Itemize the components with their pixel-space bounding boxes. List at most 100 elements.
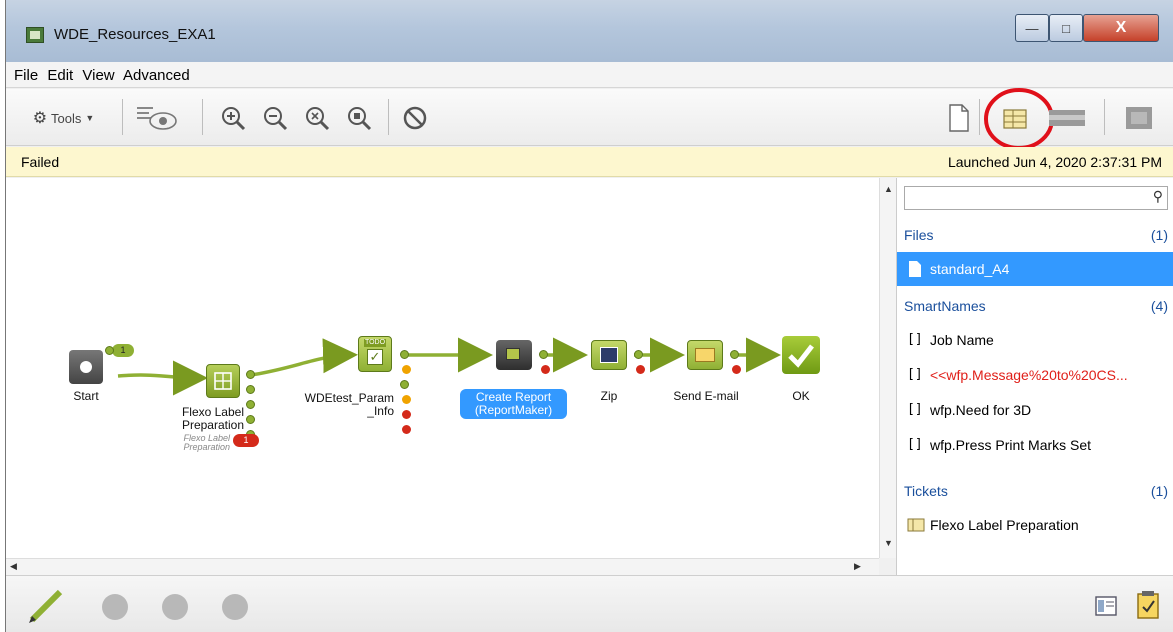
dropdown-arrow-icon: ▼	[85, 113, 95, 123]
brackets-icon: []	[907, 402, 923, 417]
link-badge: 1	[112, 344, 134, 357]
checklist-icon[interactable]	[1136, 590, 1160, 620]
play-button[interactable]	[162, 594, 188, 620]
param-out-warn-2	[402, 395, 411, 404]
barcode-view-button[interactable]	[1120, 103, 1158, 133]
flexo-error-badge: 1	[233, 434, 259, 447]
report-out-err	[541, 365, 550, 374]
envelope-icon	[695, 348, 715, 362]
zoom-in-icon	[222, 107, 246, 131]
search-icon[interactable]: ⚲	[1153, 188, 1163, 205]
abort-button[interactable]	[398, 103, 432, 133]
checkbox-icon: ✓	[367, 349, 383, 365]
bottom-toolbar	[6, 575, 1173, 632]
start-node[interactable]	[69, 350, 103, 384]
workflow-canvas[interactable]: 1 Start Flexo Label Preparation Flexo Lab…	[6, 178, 879, 558]
files-view-button[interactable]	[944, 103, 974, 133]
smartname-item[interactable]: [] wfp.Need for 3D	[897, 393, 1173, 427]
ticket-icon	[907, 518, 925, 532]
stop-button[interactable]	[222, 594, 248, 620]
ticket-item[interactable]: Flexo Label Preparation	[897, 508, 1173, 542]
zoom-fit-button[interactable]	[300, 103, 334, 133]
flexo-out-2	[246, 385, 255, 394]
param-label: WDEtest_Param _Info	[304, 391, 394, 418]
zoom-actual-button[interactable]	[342, 103, 376, 133]
brackets-icon: []	[907, 367, 923, 382]
abort-icon	[403, 106, 427, 130]
param-node[interactable]: TODO ✓	[358, 336, 392, 372]
grid-icon	[214, 372, 232, 390]
pause-button[interactable]	[102, 594, 128, 620]
flexo-sublabel: Flexo Label Preparation	[183, 433, 230, 452]
zip-node[interactable]	[591, 340, 627, 370]
flexo-node[interactable]	[206, 364, 240, 398]
title-bar[interactable]: WDE_Resources_EXA1 — □ X	[6, 0, 1173, 62]
zip-box-icon	[600, 347, 618, 363]
zoom-out-icon	[264, 107, 288, 131]
search-input[interactable]	[909, 188, 1139, 208]
preview-eye-icon	[137, 107, 177, 130]
email-node[interactable]	[687, 340, 723, 370]
report-node[interactable]	[496, 340, 532, 370]
maximize-button[interactable]: □	[1049, 14, 1083, 42]
menu-file[interactable]: File	[14, 67, 38, 84]
launched-timestamp: Launched Jun 4, 2020 2:37:31 PM	[947, 154, 1162, 170]
minimize-button[interactable]: —	[1015, 14, 1049, 42]
menu-edit[interactable]: Edit	[47, 67, 73, 84]
files-section-header[interactable]: Files (1)	[897, 218, 1173, 252]
flexo-label: Flexo Label Preparation	[181, 405, 244, 432]
details-panel-icon[interactable]	[1094, 594, 1118, 618]
horizontal-scrollbar[interactable]: ◀ ▶	[6, 558, 879, 575]
param-out-2	[400, 380, 409, 389]
email-out-ok	[730, 350, 739, 359]
app-window: WDE_Resources_EXA1 — □ X File Edit View …	[5, 0, 1173, 632]
barcode-icon	[1126, 107, 1152, 129]
todo-icon: TODO	[364, 339, 386, 347]
sequence-view-button[interactable]	[1044, 103, 1090, 133]
document-icon	[949, 104, 969, 132]
search-field[interactable]: ⚲	[904, 186, 1168, 210]
status-bar: Failed Launched Jun 4, 2020 2:37:31 PM	[6, 147, 1173, 177]
start-label: Start	[73, 389, 99, 403]
zoom-in-button[interactable]	[216, 103, 250, 133]
smartname-item[interactable]: [] Job Name	[897, 323, 1173, 357]
app-icon	[26, 27, 44, 43]
scroll-right-icon: ▶	[854, 561, 861, 571]
ok-node[interactable]	[782, 336, 820, 374]
zoom-actual-icon	[348, 107, 372, 131]
email-label: Send E-mail	[673, 389, 739, 403]
brackets-icon: []	[907, 437, 923, 452]
flexo-out-3	[246, 400, 255, 409]
tools-menu-button[interactable]: ⚙ Tools ▼	[16, 103, 111, 133]
menu-view[interactable]: View	[82, 67, 114, 84]
smartname-item[interactable]: [] <<wfp.Message%20to%20CS...	[897, 358, 1173, 392]
email-out-err	[732, 365, 741, 374]
zip-out-ok	[634, 350, 643, 359]
zip-out-err	[636, 365, 645, 374]
zoom-out-button[interactable]	[258, 103, 292, 133]
edit-pencil-icon[interactable]	[26, 586, 66, 624]
start-output-dot	[105, 346, 114, 355]
scroll-left-icon: ◀	[10, 561, 17, 571]
close-button[interactable]: X	[1083, 14, 1159, 42]
start-dot-icon	[80, 361, 92, 373]
tickets-section-header[interactable]: Tickets (1)	[897, 474, 1173, 508]
param-out-err-1	[402, 410, 411, 419]
brackets-icon: []	[907, 332, 923, 347]
toolbar: ⚙ Tools ▼	[6, 88, 1173, 150]
scroll-up-icon: ▲	[884, 184, 893, 194]
preview-button[interactable]	[132, 103, 182, 133]
zoom-fit-icon	[306, 107, 330, 131]
window-title: WDE_Resources_EXA1	[54, 26, 216, 43]
flexo-out-4	[246, 415, 255, 424]
scroll-down-icon: ▼	[884, 538, 893, 548]
smartname-item[interactable]: [] wfp.Press Print Marks Set	[897, 428, 1173, 462]
status-text: Failed	[21, 154, 60, 170]
menu-advanced[interactable]: Advanced	[123, 67, 190, 84]
smartnames-section-header[interactable]: SmartNames (4)	[897, 289, 1173, 323]
vertical-scrollbar[interactable]: ▲ ▼	[879, 178, 896, 558]
checkmark-icon	[788, 344, 814, 368]
workflow-connections	[117, 337, 781, 396]
zip-label: Zip	[600, 389, 618, 403]
file-item[interactable]: standard_A4	[897, 252, 1173, 286]
